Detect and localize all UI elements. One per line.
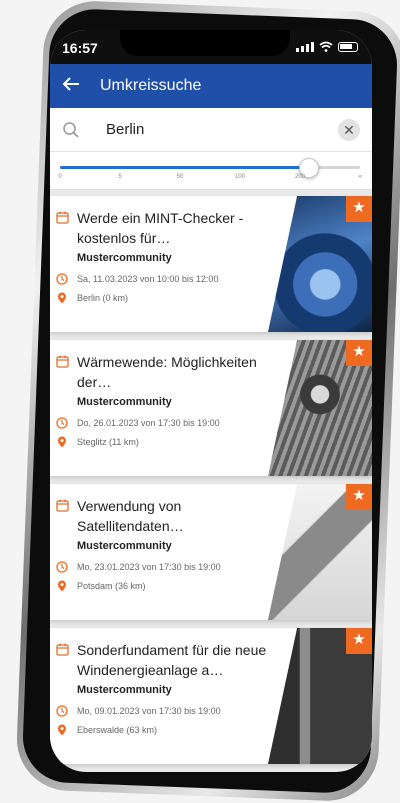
star-icon: ★ bbox=[352, 199, 366, 216]
event-details: Verwendung von Satellitendaten… Musterco… bbox=[56, 496, 278, 592]
favorite-button[interactable]: ★ bbox=[346, 484, 372, 510]
slider-fill bbox=[60, 166, 309, 169]
location-pin-icon bbox=[58, 436, 66, 448]
event-datetime: Mo, 23.01.2023 von 17:30 bis 19:00 bbox=[77, 562, 221, 572]
event-title: Verwendung von Satellitendaten… bbox=[77, 498, 184, 534]
signal-icon bbox=[296, 42, 314, 52]
event-card[interactable]: ★ Wärmewende: Möglichkeiten der… Musterc… bbox=[50, 340, 372, 476]
slider-tick-label: ∞ bbox=[357, 174, 363, 180]
location-pin-icon bbox=[58, 292, 66, 304]
location-pin-icon bbox=[58, 580, 66, 592]
event-card[interactable]: ★ Verwendung von Satellitendaten… Muster… bbox=[50, 484, 372, 620]
event-location-row: Potsdam (36 km) bbox=[56, 580, 278, 592]
event-title: Sonderfundament für die neue Windenergie… bbox=[77, 642, 267, 678]
battery-icon bbox=[338, 42, 358, 52]
event-location: Potsdam (36 km) bbox=[77, 581, 146, 591]
notch bbox=[120, 30, 290, 56]
system-icons bbox=[296, 41, 358, 52]
event-list: ★ Werde ein MINT-Checker - kostenlos für… bbox=[50, 190, 372, 764]
event-datetime: Mo, 09.01.2023 von 17:30 bis 19:00 bbox=[77, 706, 221, 716]
slider-tick-label: 200 bbox=[294, 174, 306, 180]
event-datetime: Sa, 11.03.2023 von 10:00 bis 12:00 bbox=[77, 274, 219, 284]
event-community: Mustercommunity bbox=[77, 396, 172, 408]
location-pin-icon bbox=[58, 724, 66, 736]
star-icon: ★ bbox=[352, 631, 366, 648]
page-title: Umkreissuche bbox=[100, 77, 202, 94]
clock-icon bbox=[56, 561, 68, 573]
event-card[interactable]: ★ Werde ein MINT-Checker - kostenlos für… bbox=[50, 196, 372, 332]
event-title: Werde ein MINT-Checker - kostenlos für… bbox=[77, 210, 244, 246]
slider-ticks: 0 5 50 100 200 ∞ bbox=[58, 174, 363, 186]
star-icon: ★ bbox=[352, 487, 366, 504]
favorite-button[interactable]: ★ bbox=[346, 340, 372, 366]
slider-tick-label: 50 bbox=[176, 174, 184, 180]
event-details: Sonderfundament für die neue Windenergie… bbox=[56, 640, 278, 736]
search-icon bbox=[63, 121, 79, 138]
radius-slider[interactable]: 0 5 50 100 200 ∞ bbox=[50, 152, 372, 190]
calendar-icon bbox=[56, 355, 69, 368]
clear-search-button[interactable]: ✕ bbox=[338, 118, 360, 141]
slider-tick-label: 5 bbox=[118, 174, 122, 180]
status-time: 16:57 bbox=[62, 40, 98, 56]
event-location: Steglitz (11 km) bbox=[77, 437, 139, 447]
favorite-button[interactable]: ★ bbox=[346, 628, 372, 654]
favorite-button[interactable]: ★ bbox=[346, 196, 372, 222]
event-community: Mustercommunity bbox=[77, 684, 172, 696]
event-title-row: Werde ein MINT-Checker - kostenlos für… bbox=[56, 208, 278, 248]
event-title: Wärmewende: Möglichkeiten der… bbox=[77, 354, 257, 390]
event-community: Mustercommunity bbox=[77, 540, 172, 552]
event-datetime-row: Sa, 11.03.2023 von 10:00 bis 12:00 bbox=[56, 273, 278, 285]
event-card[interactable]: ★ Sonderfundament für die neue Windenerg… bbox=[50, 628, 372, 764]
clock-icon bbox=[56, 417, 68, 429]
clock-icon bbox=[56, 705, 68, 717]
slider-track[interactable] bbox=[60, 158, 360, 178]
event-location-row: Eberswalde (63 km) bbox=[56, 724, 278, 736]
close-icon: ✕ bbox=[343, 121, 355, 138]
search-bar: Berlin ✕ bbox=[50, 108, 372, 152]
event-location-row: Berlin (0 km) bbox=[56, 292, 278, 304]
back-button[interactable] bbox=[62, 76, 90, 96]
status-bar: 16:57 bbox=[50, 30, 372, 64]
phone-screen: 16:57 Umkreissuche Berlin ✕ 0 5 50 100 2… bbox=[50, 30, 372, 772]
star-icon: ★ bbox=[352, 343, 366, 360]
calendar-icon bbox=[56, 499, 69, 512]
calendar-icon bbox=[56, 211, 69, 224]
event-community: Mustercommunity bbox=[77, 252, 172, 264]
calendar-icon bbox=[56, 643, 69, 656]
event-title-row: Wärmewende: Möglichkeiten der… bbox=[56, 352, 278, 392]
event-details: Wärmewende: Möglichkeiten der… Mustercom… bbox=[56, 352, 278, 448]
event-title-row: Verwendung von Satellitendaten… bbox=[56, 496, 278, 536]
arrow-left-icon bbox=[62, 77, 79, 91]
event-datetime-row: Mo, 09.01.2023 von 17:30 bis 19:00 bbox=[56, 705, 278, 717]
search-input[interactable]: Berlin bbox=[106, 121, 338, 138]
clock-icon bbox=[56, 273, 68, 285]
slider-tick-label: 100 bbox=[234, 174, 246, 180]
event-datetime-row: Do, 26.01.2023 von 17:30 bis 19:00 bbox=[56, 417, 278, 429]
wifi-icon bbox=[319, 41, 333, 52]
slider-tick-label: 0 bbox=[58, 174, 62, 180]
event-location: Berlin (0 km) bbox=[77, 293, 129, 303]
event-datetime-row: Mo, 23.01.2023 von 17:30 bis 19:00 bbox=[56, 561, 278, 573]
app-bar: Umkreissuche bbox=[50, 64, 372, 108]
event-location: Eberswalde (63 km) bbox=[77, 725, 158, 735]
event-title-row: Sonderfundament für die neue Windenergie… bbox=[56, 640, 278, 680]
event-details: Werde ein MINT-Checker - kostenlos für… … bbox=[56, 208, 278, 304]
event-location-row: Steglitz (11 km) bbox=[56, 436, 278, 448]
event-datetime: Do, 26.01.2023 von 17:30 bis 19:00 bbox=[77, 418, 220, 428]
